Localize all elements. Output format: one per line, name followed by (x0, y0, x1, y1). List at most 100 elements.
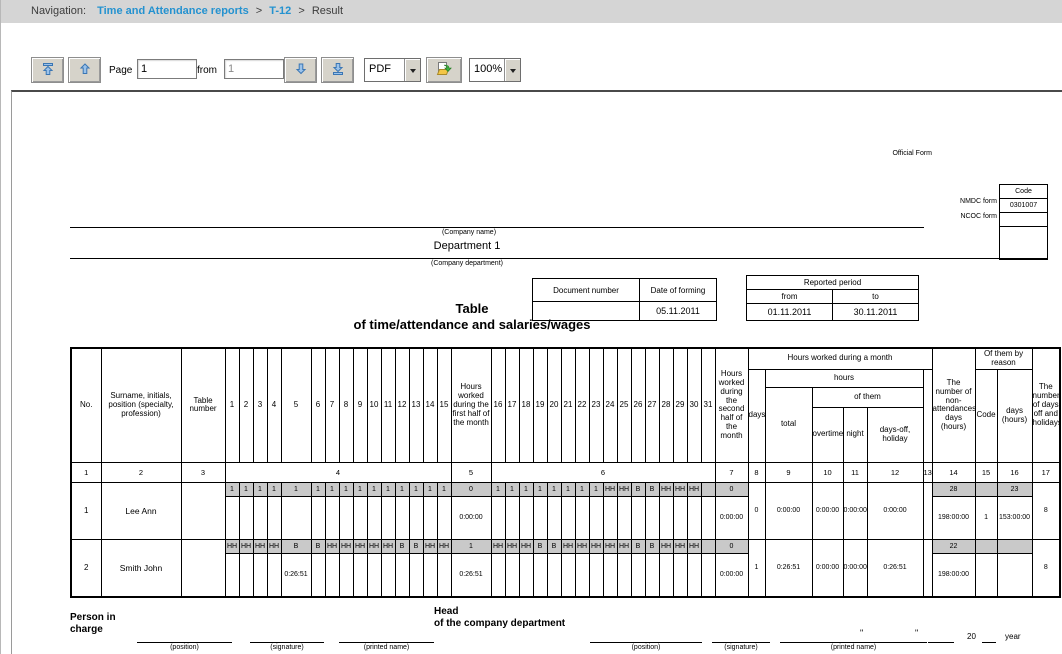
day-cell: HH (617, 482, 631, 539)
day-code: 1 (312, 483, 325, 497)
day-cell: 1 (381, 482, 395, 539)
col-header-day: 28 (659, 348, 673, 462)
day-code: 0 (452, 483, 491, 497)
row-name: Smith John (101, 539, 181, 597)
dropdown-button[interactable] (404, 59, 420, 81)
next-page-arrow-icon (293, 61, 309, 80)
col-header-reason-group: Of them by reason (975, 348, 1032, 369)
day-code: 1 (520, 483, 533, 497)
col-header-day: 9 (353, 348, 367, 462)
day-value: 1 (976, 497, 997, 539)
day-cell: B (547, 539, 561, 597)
year-prefix: 20 (967, 632, 976, 641)
page-input[interactable] (137, 59, 197, 79)
col-header-day: 16 (491, 348, 505, 462)
nav-link-time-attendance-reports[interactable]: Time and Attendance reports (97, 5, 249, 17)
day-value (506, 497, 519, 539)
col-header-day: 7 (325, 348, 339, 462)
zoom-select[interactable]: 100% (469, 58, 521, 82)
day-code: 1 (226, 483, 239, 497)
next-page-button[interactable] (284, 57, 317, 83)
day-value (396, 554, 409, 596)
day-value (438, 554, 451, 596)
day-code: HH (506, 540, 519, 554)
day-code: HH (354, 540, 367, 554)
page-count-input[interactable] (224, 59, 284, 79)
signature-caption: (signature) (250, 644, 324, 651)
ncoc-code-value (1000, 213, 1048, 227)
col-header-day: 29 (673, 348, 687, 462)
last-page-button[interactable] (321, 57, 354, 83)
day-value (688, 497, 701, 539)
day-cell: 1 (575, 482, 589, 539)
day-cell: HH (603, 539, 617, 597)
row-name: Lee Ann (101, 482, 181, 539)
report-viewer: Official Form Code 0301007 NMDC form NCO… (11, 90, 1062, 654)
previous-page-button[interactable] (68, 57, 101, 83)
day-value (688, 554, 701, 596)
period-from-value: 01.11.2011 (747, 304, 833, 321)
day-cell: 1 (589, 482, 603, 539)
col-number: 13 (923, 462, 932, 482)
first-page-button[interactable] (31, 57, 64, 83)
day-code: HH (492, 540, 505, 554)
col-header-day: 18 (519, 348, 533, 462)
day-code: B (396, 540, 409, 554)
year-label: year (1005, 632, 1021, 641)
col-header-day: 20 (547, 348, 561, 462)
day-cell: HH (519, 539, 533, 597)
day-cell: HH (575, 539, 589, 597)
document-number-header: Document number (533, 279, 640, 302)
day-value (368, 554, 381, 596)
day-value (702, 497, 715, 539)
report-title-line2: of time/attendance and salaries/wages (192, 317, 752, 333)
signature-caption: (signature) (712, 644, 770, 651)
col-header-day: 5 (281, 348, 311, 462)
day-cell (701, 482, 715, 539)
col-number: 3 (181, 462, 225, 482)
day-cell: 1 (325, 482, 339, 539)
first-page-arrow-icon (40, 61, 56, 80)
day-code: HH (340, 540, 353, 554)
day-cell: 1 (353, 482, 367, 539)
day-value (410, 554, 423, 596)
day-value (660, 554, 673, 596)
export-icon (436, 61, 452, 80)
day-value (534, 497, 547, 539)
non-attendance-cell: 28198:00:00 (932, 482, 975, 539)
overtime-cell: 0:00:00 (812, 482, 843, 539)
day-cell: HH (589, 539, 603, 597)
night-cell: 0:00:00 (843, 539, 867, 597)
day-code: 1 (562, 483, 575, 497)
day-code: HH (368, 540, 381, 554)
signature-line (137, 642, 232, 643)
day-cell: 1 (225, 482, 239, 539)
position-caption: (position) (137, 644, 232, 651)
day-code: HH (520, 540, 533, 554)
day-value (520, 554, 533, 596)
app-window: Navigation: Time and Attendance reports … (0, 0, 1062, 654)
day-value (382, 497, 395, 539)
day-code: 1 (452, 540, 491, 554)
export-button[interactable] (426, 57, 462, 83)
day-code: 1 (590, 483, 603, 497)
day-cell: 1 (561, 482, 575, 539)
day-value (632, 497, 645, 539)
format-select[interactable]: PDF (364, 58, 421, 82)
days-count-cell: 0 (748, 482, 765, 539)
nav-link-t12[interactable]: T-12 (269, 5, 291, 17)
date-blank-line (872, 642, 900, 643)
day-value (674, 554, 687, 596)
nav-current-page: Result (312, 5, 343, 17)
day-code: HH (618, 540, 631, 554)
dropdown-button[interactable] (504, 59, 520, 81)
day-code: 1 (282, 483, 311, 497)
day-cell: B (409, 539, 423, 597)
col-number: 11 (843, 462, 867, 482)
day-value (340, 554, 353, 596)
day-cell: 1 (367, 482, 381, 539)
day-code: B (534, 540, 547, 554)
day-value (632, 554, 645, 596)
day-value: 0:00:00 (716, 497, 748, 539)
day-cell: HH (659, 482, 673, 539)
